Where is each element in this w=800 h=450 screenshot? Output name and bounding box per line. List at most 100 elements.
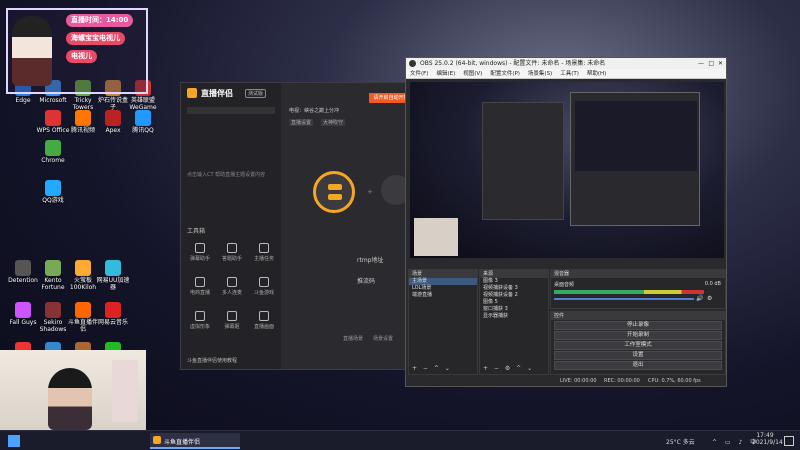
speaker-icon[interactable]: 🔊 (696, 295, 703, 302)
sources-dock: 来源 图像 3 视频捕获设备 3 视频捕获设备 2 图像 5 窗口捕获 3 显示器捕获 +… (479, 269, 549, 375)
desktop-icon-label: Detention (8, 277, 38, 284)
gear-icon[interactable]: ⚙ (707, 295, 712, 302)
tool-label: 虚拟形象 (189, 324, 210, 330)
obs-menu-item[interactable]: 编辑(E) (436, 71, 455, 77)
tool-item[interactable]: 主播任务 (251, 243, 277, 262)
volume-slider[interactable] (554, 298, 694, 300)
tool-icon (227, 311, 237, 321)
tool-label: 多人连麦 (221, 290, 242, 296)
obs-menu-item[interactable]: 文件(F) (410, 71, 428, 77)
minimize-icon[interactable]: — (698, 58, 704, 69)
desktop-icon[interactable]: 网易云音乐 (96, 302, 130, 326)
app-icon (15, 260, 31, 276)
weather[interactable]: 25°C 多云 (666, 437, 695, 446)
desktop-icon[interactable]: Fall Guys (6, 302, 40, 326)
desktop-icon-label: WPS Office (36, 127, 70, 134)
webcam-feed (0, 350, 146, 430)
source-item[interactable]: 图像 3 (480, 278, 548, 285)
tool-icon (195, 311, 205, 321)
rtmp-label: rtmp地址 (357, 257, 384, 264)
controls-dock: 控件 停止录像 开始录制 工作室模式 设置 退出 (550, 311, 726, 375)
channel-label: 电视：峡谷之巅上分冲 (289, 108, 340, 114)
scene-label-2[interactable]: 场景设置 (373, 335, 393, 342)
mixer-header: 混音器 (551, 270, 725, 278)
preview-app-window (482, 102, 564, 220)
app-icon (75, 110, 91, 126)
desktop-icon[interactable]: QQ游戏 (36, 180, 70, 204)
tool-item[interactable]: 答题助手 (219, 243, 245, 262)
douyu-taskbar-icon (153, 436, 161, 444)
control-button[interactable]: 开始录制 (554, 331, 722, 340)
plus-icon: + (367, 188, 373, 196)
scene-toolbar[interactable]: + − ^ ⌄ (412, 365, 452, 372)
source-item[interactable]: 视频捕获设备 3 (480, 285, 548, 292)
desktop-icon[interactable]: 火萤板 100Kiloh (66, 260, 100, 291)
desktop-icon[interactable]: Sekiro Shadows (36, 302, 70, 333)
desktop-icon[interactable]: Chrome (36, 140, 70, 164)
douyu-companion-window[interactable]: 直播伴侣 测试版 点击输入CT 帮助直播主题设置内容 工具箱 弹幕助手 答题助手 主… (180, 82, 413, 370)
desktop-icon[interactable]: Kento Fortune (36, 260, 70, 291)
clock[interactable]: 17:49 2021/9/14 (752, 432, 783, 446)
taskbar-app-douyu[interactable]: 斗鱼直播伴侣 (150, 433, 240, 449)
tool-icon (195, 277, 205, 287)
scene-item[interactable]: LOL场景 (409, 285, 477, 292)
control-button[interactable]: 工作室模式 (554, 341, 722, 350)
windows-start-icon[interactable] (8, 435, 20, 447)
source-item[interactable]: 图像 5 (480, 299, 548, 306)
tool-item[interactable]: 电商直播 (187, 277, 213, 296)
source-item[interactable]: 视频捕获设备 2 (480, 292, 548, 299)
source-item[interactable]: 窗口捕获 3 (480, 306, 548, 313)
overlay-item-1: 海螺宝宝电视儿 (66, 32, 125, 45)
tutorial-link[interactable]: 斗鱼直播伴侣使用教程 (187, 357, 237, 364)
control-button[interactable]: 停止录像 (554, 321, 722, 330)
desktop-icon[interactable]: WPS Office (36, 110, 70, 134)
obs-menu-item[interactable]: 帮助(H) (587, 71, 606, 77)
source-item[interactable]: 显示器捕获 (480, 313, 548, 320)
close-icon[interactable]: ✕ (718, 58, 723, 69)
control-button[interactable]: 设置 (554, 351, 722, 360)
tool-item[interactable]: 弹幕姬 (219, 311, 245, 330)
app-icon (45, 180, 61, 196)
tool-item[interactable]: 直播画面 (251, 311, 277, 330)
control-button[interactable]: 退出 (554, 361, 722, 370)
desktop-icon[interactable]: 腾讯视频 (66, 110, 100, 134)
desktop-icon[interactable]: Apex (96, 110, 130, 134)
taskbar: 斗鱼直播伴侣 25°C 多云 ^ ▭ ♪ 中 17:49 2021/9/14 (0, 430, 800, 450)
tool-icon (259, 311, 269, 321)
tag-1[interactable]: 直播设置 (289, 119, 314, 126)
notification-icon[interactable] (784, 436, 794, 446)
scenes-header: 场景 (409, 270, 477, 278)
tool-icon (227, 243, 237, 253)
tool-item[interactable]: 弹幕助手 (187, 243, 213, 262)
desktop-icon-label: 网易UU加速器 (96, 277, 130, 291)
stream-overlay: 直播时间：14:00 海螺宝宝电视儿 电视儿 (6, 8, 148, 94)
tool-item[interactable]: 斗鱼游戏 (251, 277, 277, 296)
desktop-icon-label: 腾讯QQ (132, 127, 154, 134)
preview-obs-window (570, 92, 700, 226)
maximize-icon[interactable]: □ (708, 58, 714, 69)
obs-window[interactable]: OBS 25.0.2 (64-bit, windows) - 配置文件: 未命名… (405, 57, 727, 387)
scene-item[interactable]: 主场景 (409, 278, 477, 285)
tool-item[interactable]: 虚拟形象 (187, 311, 213, 330)
scene-label-1[interactable]: 直播场景 (343, 335, 363, 342)
obs-menubar: 文件(F) 编辑(E) 视图(V) 配置文件(P) 场景集(S) 工具(T) 帮助(H) (406, 69, 726, 79)
live-time-pill: 直播时间：14:00 (66, 14, 134, 27)
tool-item[interactable]: 多人连麦 (219, 277, 245, 296)
scene-item[interactable]: 端游直播 (409, 292, 477, 299)
obs-titlebar[interactable]: OBS 25.0.2 (64-bit, windows) - 配置文件: 未命名… (406, 58, 726, 69)
obs-menu-item[interactable]: 场景集(S) (528, 71, 552, 77)
obs-menu-item[interactable]: 工具(T) (560, 71, 579, 77)
live-circle[interactable] (313, 171, 355, 213)
source-toolbar[interactable]: + − ⚙ ^ ⌄ (483, 365, 534, 372)
desktop-icon-label: Apex (105, 127, 121, 134)
tag-2[interactable]: 大神吹守 (321, 119, 346, 126)
obs-menu-item[interactable]: 视图(V) (463, 71, 482, 77)
obs-menu-item[interactable]: 配置文件(P) (490, 71, 520, 77)
desktop-icon[interactable]: 斗鱼直播伴侣 (66, 302, 100, 333)
desktop-icon[interactable]: 网易UU加速器 (96, 260, 130, 291)
obs-preview[interactable] (410, 82, 724, 258)
desktop-icon[interactable]: Detention (6, 260, 40, 284)
desktop-icon[interactable]: 腾讯QQ (126, 110, 160, 134)
toggle-icon (328, 194, 342, 200)
clock-date: 2021/9/14 (752, 439, 783, 446)
